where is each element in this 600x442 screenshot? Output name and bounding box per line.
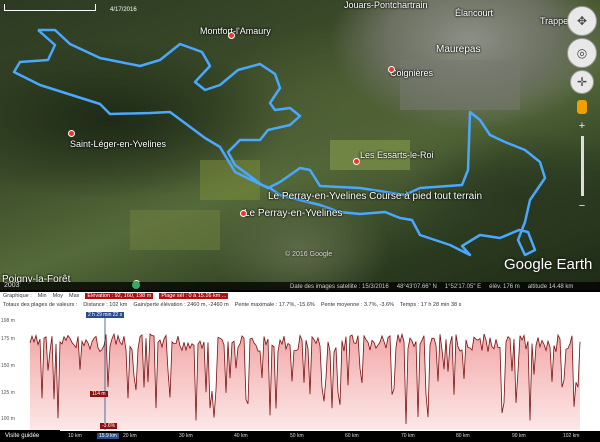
range-tag[interactable]: Plage sél : 0 à 15.16 km ... xyxy=(159,293,229,299)
compass-icon[interactable]: ✥ xyxy=(567,6,597,36)
zoom-slider[interactable] xyxy=(580,136,584,196)
profile-x-label: 10 km xyxy=(68,433,82,439)
imagery-date: Date des images satellite : 15/3/2016 xyxy=(290,284,389,290)
stats-max-slope: Pente maximale : 17.7%, -15.6% xyxy=(234,302,315,308)
latitude: 48°43'07.66" N xyxy=(396,284,437,290)
google-earth-logo: Google Earth xyxy=(504,256,593,273)
zoom-in-icon[interactable]: + xyxy=(567,120,597,132)
place-label-montfort[interactable]: Montfort-l'Amaury xyxy=(200,26,271,36)
cursor-slope-tag: -3.6% xyxy=(100,423,118,429)
profile-x-label: 30 km xyxy=(179,433,193,439)
profile-x-label: 40 km xyxy=(234,433,248,439)
elevation: élév. 176 m xyxy=(489,284,520,290)
scale-label: 4/17/2016 xyxy=(110,7,137,13)
place-label-jouars[interactable]: Jouars-Pontchartrain xyxy=(344,0,428,10)
profile-y-label: 198 m xyxy=(1,318,15,324)
satellite-map[interactable]: Jouars-Pontchartrain Élancourt Trappes M… xyxy=(0,0,600,290)
elevation-tag[interactable]: Élévation : 92, 160, 198 m xyxy=(85,293,154,299)
elevation-profile-graph[interactable]: 198 m 175 m 150 m 125 m 100 m xyxy=(0,312,600,430)
place-pin-icon[interactable] xyxy=(240,210,247,217)
place-label-saint-leger[interactable]: Saint-Léger-en-Yvelines xyxy=(70,139,166,149)
profile-x-label: 60 km xyxy=(345,433,359,439)
profile-x-label: 80 km xyxy=(456,433,470,439)
profile-y-label: 100 m xyxy=(1,416,15,422)
stats-gain: Gain/perte élévation : 2460 m, -2460 m xyxy=(133,302,229,308)
longitude: 1°52'17.05" E xyxy=(444,284,482,290)
profile-y-label: 175 m xyxy=(1,336,15,342)
place-label-perray[interactable]: Le Perray-en-Yvelines xyxy=(244,208,342,219)
place-pin-icon[interactable] xyxy=(353,158,360,165)
map-copyright: © 2016 Google xyxy=(285,251,333,258)
place-label-route-name[interactable]: Le Perray-en-Yvelines Course à pied tout… xyxy=(268,191,482,202)
stats-avg-slope: Pente moyenne : 3.7%, -3.6% xyxy=(320,302,394,308)
navigation-controls: ✥ ◎ ✛ + − xyxy=(567,4,597,212)
place-pin-icon[interactable] xyxy=(388,66,395,73)
profile-x-label: 102 km xyxy=(563,433,580,439)
imagery-year: 2003 xyxy=(4,282,20,289)
place-label-coignieres[interactable]: Coignières xyxy=(390,68,433,78)
place-pin-icon[interactable] xyxy=(228,32,235,39)
moy-button[interactable]: Moy xyxy=(53,293,63,299)
cursor-elevation-tag: 114 m xyxy=(90,391,108,397)
profile-x-label: 70 km xyxy=(401,433,415,439)
graph-label: Graphique : xyxy=(3,293,32,299)
guided-tour-button[interactable]: Visite guidée xyxy=(0,430,60,442)
profile-x-label: 50 km xyxy=(290,433,304,439)
stats-totals-label: Totaux des plages de valeurs : xyxy=(3,302,78,308)
profile-x-label: 20 km xyxy=(123,433,137,439)
profile-y-label: 150 m xyxy=(1,363,15,369)
historical-imagery-icon[interactable] xyxy=(132,281,140,289)
place-label-maurepas[interactable]: Maurepas xyxy=(436,44,480,55)
max-button[interactable]: Max xyxy=(69,293,79,299)
eye-altitude: altitude 14.48 km xyxy=(527,284,574,290)
look-joystick-icon[interactable]: ◎ xyxy=(567,38,597,68)
stats-distance: Distance : 102 km xyxy=(83,302,128,308)
profile-x-axis: 10 km 20 km 30 km 40 km 50 km 60 km 70 km 80 km… xyxy=(0,431,600,442)
zoom-out-icon[interactable]: − xyxy=(567,200,597,212)
elevation-profile-svg[interactable]: 198 m 175 m 150 m 125 m 100 m xyxy=(0,312,600,430)
min-button[interactable]: Min xyxy=(38,293,47,299)
place-label-elancourt[interactable]: Élancourt xyxy=(455,8,493,18)
profile-toolbar: Graphique : Min Moy Max Élévation : 92, … xyxy=(0,292,600,300)
place-pin-icon[interactable] xyxy=(68,130,75,137)
place-label-essarts[interactable]: Les Essarts-le-Roi xyxy=(360,150,434,160)
cursor-distance-tag: 15.9 km xyxy=(97,433,119,439)
cursor-time-tag: 2 h 29 min 22 s xyxy=(86,312,125,318)
profile-y-label: 125 m xyxy=(1,390,15,396)
profile-stats: Totaux des plages de valeurs : Distance … xyxy=(0,301,600,309)
street-view-pegman-icon[interactable] xyxy=(577,100,587,114)
move-joystick-icon[interactable]: ✛ xyxy=(570,70,594,94)
scale-bar xyxy=(4,4,96,11)
stats-time: Temps : 17 h 28 min 38 s xyxy=(399,302,462,308)
status-bar: 2003 Date des images satellite : 15/3/20… xyxy=(0,282,600,292)
profile-x-label: 90 km xyxy=(512,433,526,439)
